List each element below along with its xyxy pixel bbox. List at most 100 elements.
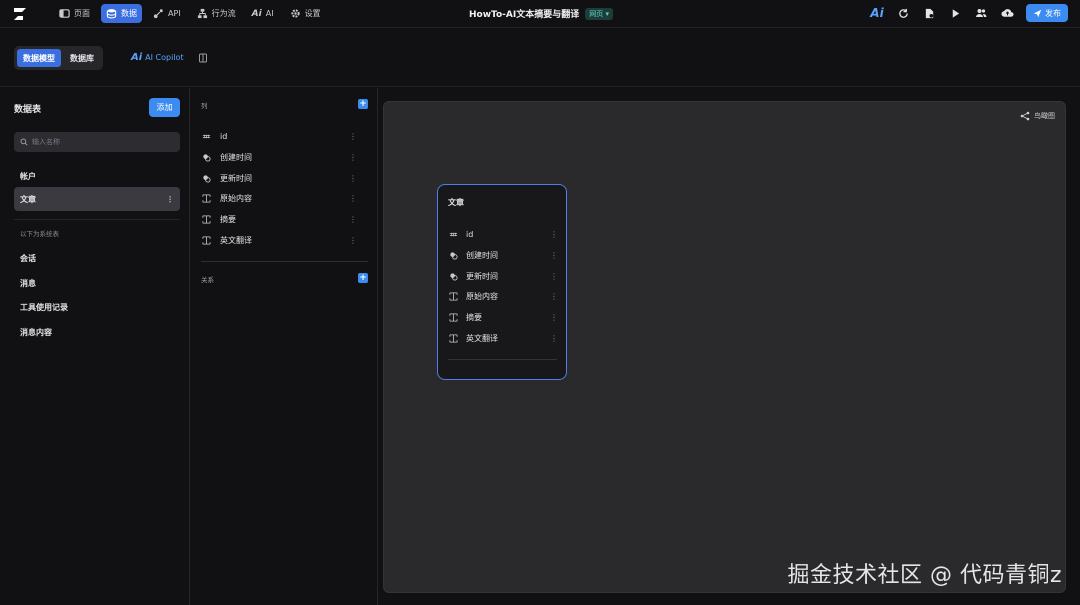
share-graph-icon	[1020, 111, 1030, 121]
card-field-name: 原始内容	[466, 291, 498, 301]
more-options-icon[interactable]: ⋮	[550, 334, 558, 343]
card-divider	[448, 359, 557, 360]
columns-divider	[201, 261, 368, 262]
ai-assistant-icon[interactable]: Ai	[870, 6, 884, 20]
table-item-label: 工具使用记录	[20, 302, 68, 312]
nav-data[interactable]: 数据	[101, 4, 142, 23]
table-card-article[interactable]: 文章 id ⋮ 创建时间 ⋮ 更新时间 ⋮ 原始内容 ⋮ 摘要 ⋮ 英文翻译 ⋮	[437, 184, 567, 380]
api-icon	[153, 9, 163, 19]
nav-api-label: API	[168, 9, 181, 18]
model-canvas[interactable]: 鸟瞰图 文章 id ⋮ 创建时间 ⋮ 更新时间 ⋮ 原始内容 ⋮ 摘要 ⋮ 英文…	[383, 101, 1066, 593]
table-item-message-content[interactable]: 消息内容	[14, 320, 180, 344]
text-icon	[201, 235, 211, 245]
refresh-icon[interactable]	[896, 6, 910, 20]
card-field-row[interactable]: 原始内容 ⋮	[448, 286, 558, 306]
page-icon	[59, 9, 70, 18]
table-item-session[interactable]: 会话	[14, 246, 180, 270]
watermark: 掘金技术社区 @ 代码青铜z	[787, 563, 1062, 588]
more-options-icon[interactable]: ⋮	[349, 174, 357, 183]
file-settings-icon[interactable]	[922, 6, 936, 20]
nav-settings-label: 设置	[304, 9, 321, 18]
table-item-article[interactable]: 文章 ⋮	[14, 187, 180, 211]
relations-heading: 关系	[201, 276, 214, 284]
column-name: 摘要	[220, 214, 236, 224]
more-options-icon[interactable]: ⋮	[550, 313, 558, 322]
gear-icon	[290, 9, 300, 18]
card-field-row[interactable]: 摘要 ⋮	[448, 307, 558, 327]
flow-icon	[197, 8, 207, 19]
birdview-label: 鸟瞰图	[1034, 112, 1055, 120]
card-field-row[interactable]: 更新时间 ⋮	[448, 266, 558, 286]
column-name: 英文翻译	[220, 235, 252, 245]
column-name: 创建时间	[220, 152, 252, 162]
more-options-icon[interactable]: ⋮	[349, 194, 357, 203]
card-field-name: 更新时间	[466, 271, 498, 281]
column-row[interactable]: 创建时间 ⋮	[201, 147, 367, 167]
publish-button[interactable]: 发布	[1026, 4, 1068, 22]
search-icon	[20, 138, 28, 146]
id-icon	[201, 131, 211, 141]
column-row[interactable]: 原始内容 ⋮	[201, 188, 367, 208]
book-icon[interactable]	[198, 53, 208, 63]
add-column-button[interactable]: +	[358, 99, 368, 109]
column-row[interactable]: 更新时间 ⋮	[201, 168, 367, 188]
column-name: 更新时间	[220, 173, 252, 183]
table-item-label: 文章	[20, 194, 36, 204]
table-search-input[interactable]	[32, 138, 172, 146]
card-field-name: 创建时间	[466, 250, 498, 260]
nav-settings[interactable]: 设置	[285, 4, 326, 23]
add-table-button[interactable]: 添加	[149, 98, 180, 117]
table-item-label: 消息内容	[20, 327, 52, 337]
project-title-text: HowTo-AI文本摘要与翻译	[469, 10, 580, 20]
more-options-icon[interactable]: ⋮	[349, 153, 357, 162]
add-relation-button[interactable]: +	[358, 273, 368, 283]
card-field-row[interactable]: 英文翻译 ⋮	[448, 328, 558, 348]
column-row[interactable]: 摘要 ⋮	[201, 209, 367, 229]
nav-flow[interactable]: 行为流	[192, 4, 241, 23]
text-icon	[448, 312, 458, 322]
publish-label: 发布	[1045, 8, 1061, 18]
model-toolbar: 数据模型 数据库 Ai AI Copilot	[0, 38, 1080, 78]
app-logo-icon[interactable]	[12, 6, 28, 22]
nav-data-label: 数据	[121, 9, 137, 18]
card-field-row[interactable]: id ⋮	[448, 224, 558, 244]
id-icon	[448, 229, 458, 239]
ai-copilot-label: AI Copilot	[145, 53, 184, 62]
card-field-name: 摘要	[466, 312, 482, 322]
more-options-icon[interactable]: ⋮	[550, 251, 558, 260]
table-item-tool-usage[interactable]: 工具使用记录	[14, 295, 180, 319]
play-icon[interactable]	[948, 6, 962, 20]
nav-ai-label: AI	[265, 9, 274, 18]
ai-copilot-button[interactable]: Ai AI Copilot	[131, 52, 184, 63]
nav-api[interactable]: API	[148, 4, 186, 23]
card-field-row[interactable]: 创建时间 ⋮	[448, 245, 558, 265]
nav-pages[interactable]: 页面	[54, 4, 95, 23]
more-options-icon[interactable]: ⋮	[349, 236, 357, 245]
columns-panel: 列 + id ⋮ 创建时间 ⋮ 更新时间 ⋮ 原始内容 ⋮ 摘要 ⋮ 英文翻译 …	[191, 88, 378, 605]
column-row[interactable]: id ⋮	[201, 126, 367, 146]
more-options-icon[interactable]: ⋮	[349, 215, 357, 224]
table-item-message[interactable]: 消息	[14, 271, 180, 295]
text-icon	[448, 291, 458, 301]
more-options-icon[interactable]: ⋮	[550, 272, 558, 281]
page-type-badge[interactable]: 网页 ▾	[585, 7, 613, 20]
timestamp-icon	[201, 152, 211, 162]
more-options-icon[interactable]: ⋮	[166, 195, 174, 204]
tab-data-model[interactable]: 数据模型	[17, 49, 61, 67]
nav-pages-label: 页面	[74, 9, 90, 18]
more-options-icon[interactable]: ⋮	[550, 230, 558, 239]
table-item-account[interactable]: 帐户	[14, 164, 180, 188]
birdview-button[interactable]: 鸟瞰图	[1020, 111, 1055, 121]
nav-flow-label: 行为流	[211, 9, 236, 18]
column-row[interactable]: 英文翻译 ⋮	[201, 230, 367, 250]
timestamp-icon	[448, 250, 458, 260]
more-options-icon[interactable]: ⋮	[550, 292, 558, 301]
nav-ai[interactable]: Ai AI	[247, 4, 279, 23]
more-options-icon[interactable]: ⋮	[349, 132, 357, 141]
main-nav: 页面 数据 API 行为流 Ai AI 设置	[54, 4, 326, 23]
users-icon[interactable]	[974, 6, 988, 20]
timestamp-icon	[448, 271, 458, 281]
card-field-name: 英文翻译	[466, 333, 498, 343]
cloud-upload-icon[interactable]	[1000, 6, 1014, 20]
tab-database[interactable]: 数据库	[64, 49, 100, 67]
